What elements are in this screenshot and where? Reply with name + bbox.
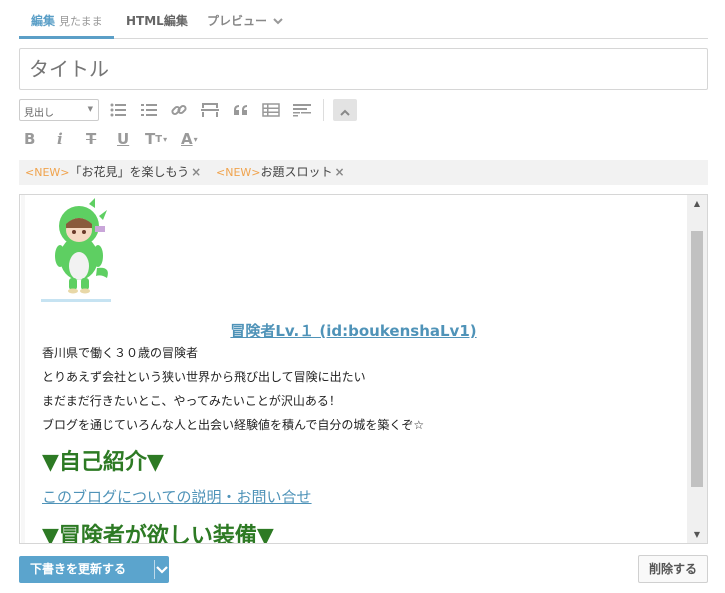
underline-label: U (117, 130, 130, 148)
blog-about-link[interactable]: このブログについての説明・お問い合せ (42, 486, 312, 507)
table-icon[interactable] (260, 99, 282, 121)
avatar (41, 196, 111, 302)
scroll-down-icon[interactable]: ▼ (687, 526, 707, 543)
bold-button[interactable]: B (24, 128, 35, 150)
strikethrough-button[interactable]: T (86, 128, 96, 150)
font-size-label: T (145, 130, 156, 148)
font-size-button[interactable]: T T ▾ (145, 128, 167, 150)
tab-edit-sub-label: 見たまま (59, 15, 103, 28)
tab-html-edit[interactable]: HTML編集 (126, 12, 188, 39)
tab-html-label: HTML編集 (126, 14, 188, 28)
delete-button[interactable]: 削除する (638, 555, 708, 583)
tab-preview[interactable]: プレビュー (207, 12, 283, 39)
topic-tags-bar: <NEW>「お花見」を楽しもう × <NEW>お題スロット × (19, 160, 708, 185)
intro-line: まだまだ行きたいとこ、やってみたいことが沢山ある！ (42, 394, 341, 408)
italic-button[interactable]: i (57, 128, 63, 150)
editor-margin (21, 195, 25, 543)
heading-self-intro: ▼自己紹介▼ (42, 450, 164, 475)
topic-tag[interactable]: <NEW>お題スロット × (216, 160, 345, 185)
tab-edit-wysiwyg[interactable]: 編集 見たまま (19, 12, 114, 39)
scrollbar-thumb[interactable] (691, 231, 703, 487)
bold-label: B (24, 130, 36, 148)
caret-icon: ▾ (163, 134, 168, 144)
title-input[interactable] (19, 48, 708, 90)
update-draft-button[interactable]: 下書きを更新する (19, 556, 169, 583)
link-icon[interactable] (168, 99, 190, 121)
editor-content[interactable]: 冒険者Lv.１ (id:boukenshaLv1) 香川県で働く３０歳の冒険者 … (21, 195, 686, 543)
close-icon[interactable]: × (335, 165, 345, 179)
caret-icon: ▾ (193, 134, 198, 144)
close-icon[interactable]: × (191, 165, 201, 179)
chevron-down-icon (273, 17, 283, 28)
toolbar-divider (323, 99, 324, 121)
strike-label: T (86, 130, 97, 148)
heading-equipment: ▼冒険者が欲しい装備▼ (42, 524, 274, 543)
font-color-label: A (181, 130, 193, 148)
heading-select[interactable]: 見出し ▼ (19, 99, 99, 121)
new-badge: <NEW> (25, 166, 70, 179)
italic-label: i (57, 130, 63, 148)
read-more-icon[interactable] (291, 99, 313, 121)
profile-link[interactable]: 冒険者Lv.１ (id:boukenshaLv1) (21, 320, 686, 341)
tab-edit-label: 編集 (31, 14, 56, 28)
topic-tag-label: お題スロット (260, 165, 333, 179)
editor-mode-tabs: 編集 見たまま HTML編集 プレビュー (19, 0, 708, 39)
update-draft-label: 下書きを更新する (30, 562, 127, 576)
intro-line: 香川県で働く３０歳の冒険者 (42, 346, 199, 360)
intro-line: ブログを通じていろんな人と出会い経験値を積んで自分の城を築くぞ☆ (42, 418, 425, 432)
wysiwyg-editor[interactable]: 冒険者Lv.１ (id:boukenshaLv1) 香川県で働く３０歳の冒険者 … (19, 194, 708, 544)
font-color-button[interactable]: A ▾ (181, 128, 198, 150)
list-ul-icon[interactable] (107, 99, 129, 121)
tab-preview-label: プレビュー (207, 14, 268, 28)
delete-label: 削除する (648, 562, 697, 576)
list-ol-icon[interactable] (138, 99, 160, 121)
heading-select-value: 見出し (24, 108, 54, 119)
chevron-down-icon[interactable] (155, 556, 169, 583)
chevron-up-icon (340, 101, 350, 120)
scroll-up-icon[interactable]: ▲ (687, 195, 707, 212)
editor-scrollbar[interactable]: ▲ ▼ (687, 195, 707, 543)
new-badge: <NEW> (216, 166, 261, 179)
select-arrow-icon: ▼ (87, 105, 93, 113)
font-size-small-icon: T (155, 133, 163, 145)
collapse-toolbar-button[interactable] (333, 99, 357, 121)
intro-line: とりあえず会社という狭い世界から飛び出して冒険に出たい (42, 370, 366, 384)
topic-tag-label: 「お花見」を楽しもう (69, 165, 190, 179)
underline-button[interactable]: U (117, 128, 129, 150)
topic-tag[interactable]: <NEW>「お花見」を楽しもう × (25, 160, 201, 185)
horizontal-rule-icon[interactable] (199, 99, 221, 121)
quote-icon[interactable] (230, 99, 252, 121)
